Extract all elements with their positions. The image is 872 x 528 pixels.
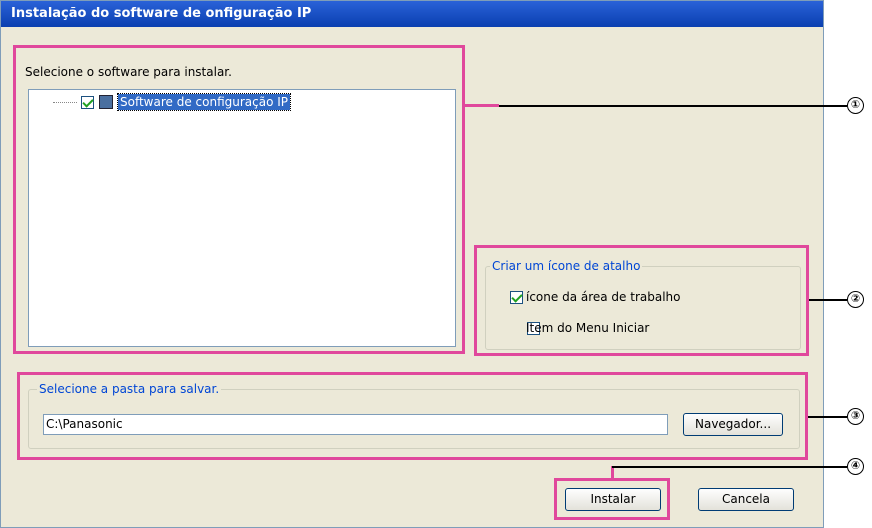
highlight-box-software: [13, 45, 465, 354]
cancel-button[interactable]: Cancela: [698, 488, 794, 511]
highlight-box-install: [554, 478, 670, 520]
highlight-box-folder: [17, 372, 808, 460]
callout-line-4: [612, 466, 847, 468]
callout-number-4: ④: [847, 458, 864, 475]
highlight-box-shortcut: [474, 245, 809, 356]
highlight-connector-1: [465, 104, 499, 107]
callout-number-2: ②: [847, 291, 864, 308]
callout-number-1: ①: [847, 97, 864, 114]
callout-line-3: [808, 416, 847, 418]
callout-line-1: [499, 105, 847, 107]
callout-number-3: ③: [847, 408, 864, 425]
callout-line-2: [809, 299, 847, 301]
window-title: Instalação do software de onfiguração IP: [1, 1, 823, 27]
